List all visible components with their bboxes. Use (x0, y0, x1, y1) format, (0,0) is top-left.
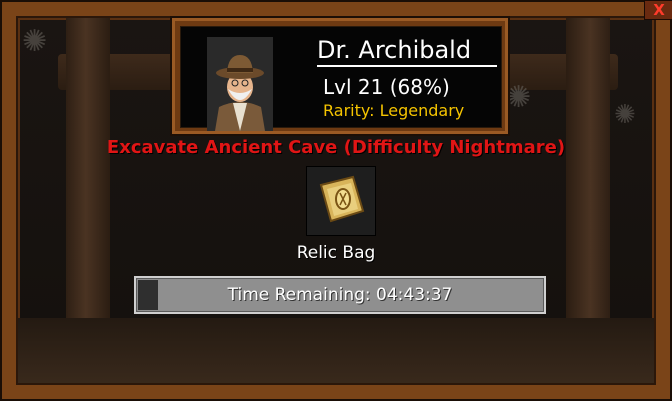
mission-title: Excavate Ancient Cave (Difficulty Nightm… (106, 137, 566, 158)
cave-floor (18, 318, 654, 383)
cobweb-icon: ✺ (614, 100, 636, 130)
time-remaining-bar: Time Remaining: 04:43:37 (134, 276, 546, 314)
reward-label: Relic Bag (296, 243, 376, 263)
hero-panel: Dr. Archibald Lvl 21 (68%) Rarity: Legen… (170, 16, 510, 136)
relic-bag-icon[interactable] (306, 166, 376, 236)
time-remaining-text: Time Remaining: 04:43:37 (227, 285, 453, 305)
hero-panel-inner: Dr. Archibald Lvl 21 (68%) Rarity: Legen… (180, 26, 502, 131)
hero-name: Dr. Archibald (317, 35, 497, 67)
close-button[interactable]: X (644, 0, 672, 20)
hero-level: Lvl 21 (68%) (323, 75, 450, 99)
explorer-portrait-icon (207, 37, 273, 131)
hero-rarity: Rarity: Legendary (323, 101, 465, 120)
cobweb-icon: ✺ (22, 24, 48, 59)
